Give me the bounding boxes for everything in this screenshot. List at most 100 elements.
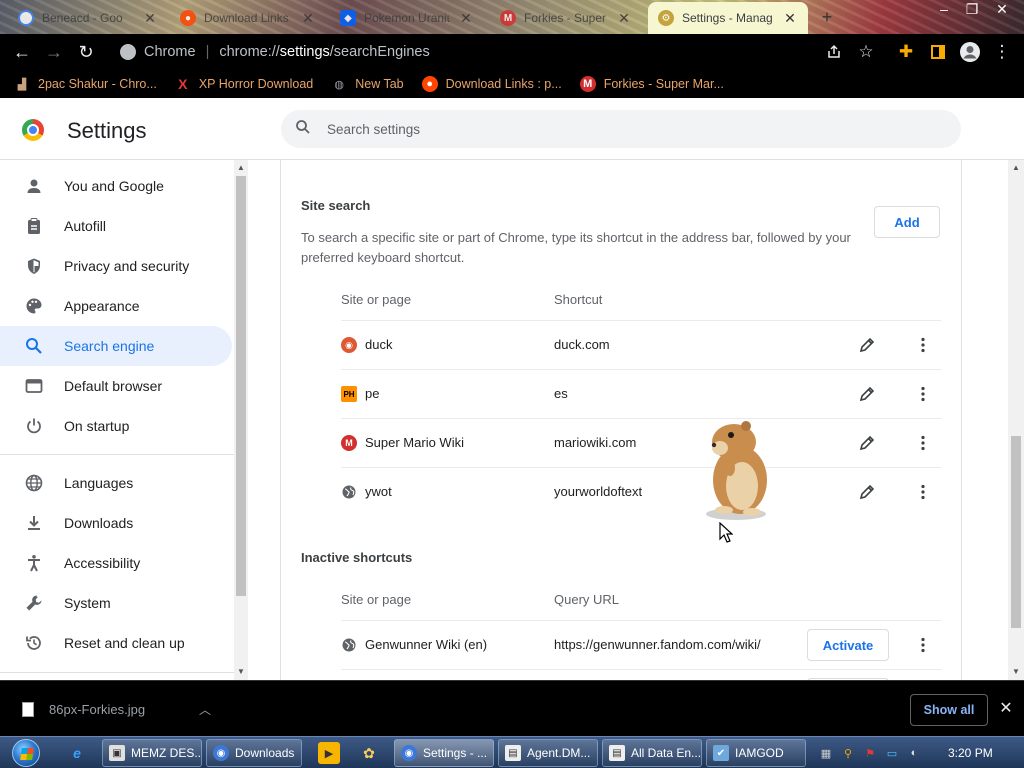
more-actions-icon[interactable]: [911, 480, 935, 504]
site-label: Chrome: [144, 44, 196, 60]
add-site-search-button[interactable]: Add: [874, 206, 940, 238]
side-panel-icon[interactable]: [922, 36, 954, 68]
sidebar-item-label: Autofill: [64, 218, 107, 234]
close-icon[interactable]: ✕: [142, 10, 158, 26]
tray-display-icon[interactable]: ▭: [884, 745, 900, 761]
duckduckgo-icon: ◉: [341, 337, 357, 353]
sidebar-item-privacy[interactable]: Privacy and security: [0, 246, 232, 286]
palette-icon: [24, 296, 44, 316]
chevron-up-icon[interactable]: ︿: [199, 701, 211, 718]
sidebar-item-on-startup[interactable]: On startup: [0, 406, 232, 446]
back-icon[interactable]: ←: [6, 36, 38, 68]
tab-forkies[interactable]: M Forkies - Super ✕: [490, 2, 642, 34]
taskbar-item-downloads[interactable]: ◉ Downloads: [206, 739, 302, 767]
taskbar-clock[interactable]: 3:20 PM: [948, 746, 993, 760]
media-player-icon[interactable]: ▶: [318, 742, 340, 764]
extensions-icon[interactable]: ✚: [890, 36, 922, 68]
edit-pencil-icon[interactable]: [855, 382, 879, 406]
close-icon[interactable]: ✕: [782, 10, 798, 26]
show-all-button[interactable]: Show all: [910, 694, 988, 726]
globe-icon: [341, 484, 357, 500]
download-item[interactable]: 86px-Forkies.jpg ︿: [0, 681, 236, 737]
close-icon[interactable]: ✕: [616, 10, 632, 26]
address-bar[interactable]: Chrome | chrome://settings/searchEngines: [110, 38, 886, 66]
tray-search-icon[interactable]: ⚲: [840, 745, 856, 761]
activate-button[interactable]: Activate: [807, 629, 889, 661]
tab-title: Download Links: [204, 11, 289, 25]
tray-app-icon[interactable]: ▦: [818, 745, 834, 761]
edit-pencil-icon[interactable]: [855, 431, 879, 455]
scroll-up-icon[interactable]: ▲: [1009, 162, 1023, 174]
sidebar-item-label: Default browser: [64, 378, 163, 394]
internet-explorer-icon[interactable]: e: [66, 742, 88, 764]
close-icon[interactable]: ✕: [300, 10, 316, 26]
scroll-up-icon[interactable]: ▲: [234, 162, 248, 174]
more-actions-icon[interactable]: [911, 633, 935, 657]
scrollbar-thumb[interactable]: [1011, 436, 1021, 628]
bookmark-new-tab[interactable]: ◍ New Tab: [331, 76, 403, 92]
profile-avatar[interactable]: [954, 36, 986, 68]
hamster-sprite: [706, 421, 767, 520]
bookmark-star-icon[interactable]: ☆: [850, 36, 882, 68]
tab-strip: Beneacd - Goo ✕ ● Download Links ✕ ◆ Pok…: [0, 0, 1024, 34]
tab-google[interactable]: Beneacd - Goo ✕: [8, 2, 168, 34]
sidebar-item-default-browser[interactable]: Default browser: [0, 366, 232, 406]
search-input[interactable]: [327, 121, 927, 137]
page-title: Settings: [67, 118, 147, 143]
sidebar-item-languages[interactable]: Languages: [0, 463, 232, 503]
close-window-icon[interactable]: ✕: [988, 0, 1016, 18]
sidebar-item-you-and-google[interactable]: You and Google: [0, 166, 232, 206]
inactive-shortcut-row: [341, 669, 941, 682]
sidebar-item-appearance[interactable]: Appearance: [0, 286, 232, 326]
close-icon[interactable]: ✕: [458, 10, 474, 26]
app-quick-launch-icon[interactable]: ✿: [358, 742, 380, 764]
bookmark-download-links[interactable]: ● Download Links : p...: [421, 76, 562, 92]
site-shortcut: duck.com: [554, 337, 610, 352]
more-actions-icon[interactable]: [911, 333, 935, 357]
taskbar-item-memz[interactable]: ▣ MEMZ DES...: [102, 739, 202, 767]
new-tab-button[interactable]: +: [816, 6, 838, 28]
sidebar-item-reset[interactable]: Reset and clean up: [0, 623, 232, 663]
reload-icon[interactable]: ↻: [70, 36, 102, 68]
search-engines-card: Site search Add To search a specific sit…: [280, 160, 962, 682]
settings-main: Site search Add To search a specific sit…: [248, 160, 1010, 682]
search-settings-box[interactable]: [281, 110, 961, 148]
scroll-down-icon[interactable]: ▼: [1009, 666, 1023, 678]
windows-taskbar: e ▣ MEMZ DES... ◉ Downloads ▶ ✿ ◉ Settin…: [0, 736, 1024, 768]
bookmark-forkies[interactable]: M Forkies - Super Mar...: [579, 76, 724, 92]
tab-download-links[interactable]: ● Download Links ✕: [170, 2, 326, 34]
more-actions-icon[interactable]: [911, 382, 935, 406]
bookmark-xp-horror[interactable]: X XP Horror Download: [175, 76, 313, 92]
wrench-icon: [24, 593, 44, 613]
sidebar-item-search-engine[interactable]: Search engine: [0, 326, 232, 366]
menu-kebab-icon[interactable]: ⋮: [986, 36, 1018, 68]
tray-volume-icon[interactable]: ◐: [906, 745, 922, 761]
more-actions-icon[interactable]: [911, 431, 935, 455]
minimize-icon[interactable]: –: [930, 0, 958, 18]
taskbar-item-all-data[interactable]: ▤ All Data En...: [602, 739, 702, 767]
tab-settings[interactable]: ⚙ Settings - Manag ✕: [648, 2, 808, 34]
main-scrollbar[interactable]: ▲ ▼: [1008, 160, 1024, 680]
sidebar-item-downloads[interactable]: Downloads: [0, 503, 232, 543]
forward-icon[interactable]: →: [38, 36, 70, 68]
tab-pokemon-uranium[interactable]: ◆ Pokemon Uranium ✕: [330, 2, 484, 34]
sidebar-item-system[interactable]: System: [0, 583, 232, 623]
taskbar-item-settings[interactable]: ◉ Settings - ...: [394, 739, 494, 767]
tray-flag-icon[interactable]: ⚑: [862, 745, 878, 761]
scrollbar-thumb[interactable]: [236, 176, 246, 596]
taskbar-item-iamgod[interactable]: ✔ IAMGOD: [706, 739, 806, 767]
edit-pencil-icon[interactable]: [855, 333, 879, 357]
close-icon[interactable]: ✕: [996, 699, 1016, 719]
bookmark-2pac[interactable]: ▟ 2pac Shakur - Chro...: [14, 76, 157, 92]
scroll-down-icon[interactable]: ▼: [234, 666, 248, 678]
sidebar-item-autofill[interactable]: Autofill: [0, 206, 232, 246]
bookmark-user-icon: ▟: [17, 78, 27, 91]
edit-pencil-icon[interactable]: [855, 480, 879, 504]
restore-icon[interactable]: ❐: [958, 0, 986, 18]
google-icon: [18, 10, 34, 26]
sidebar-scrollbar[interactable]: ▲ ▼: [234, 160, 248, 680]
share-icon[interactable]: [818, 36, 850, 68]
sidebar-item-accessibility[interactable]: Accessibility: [0, 543, 232, 583]
taskbar-item-agent-dm[interactable]: ▤ Agent.DM...: [498, 739, 598, 767]
start-button[interactable]: [6, 737, 46, 768]
